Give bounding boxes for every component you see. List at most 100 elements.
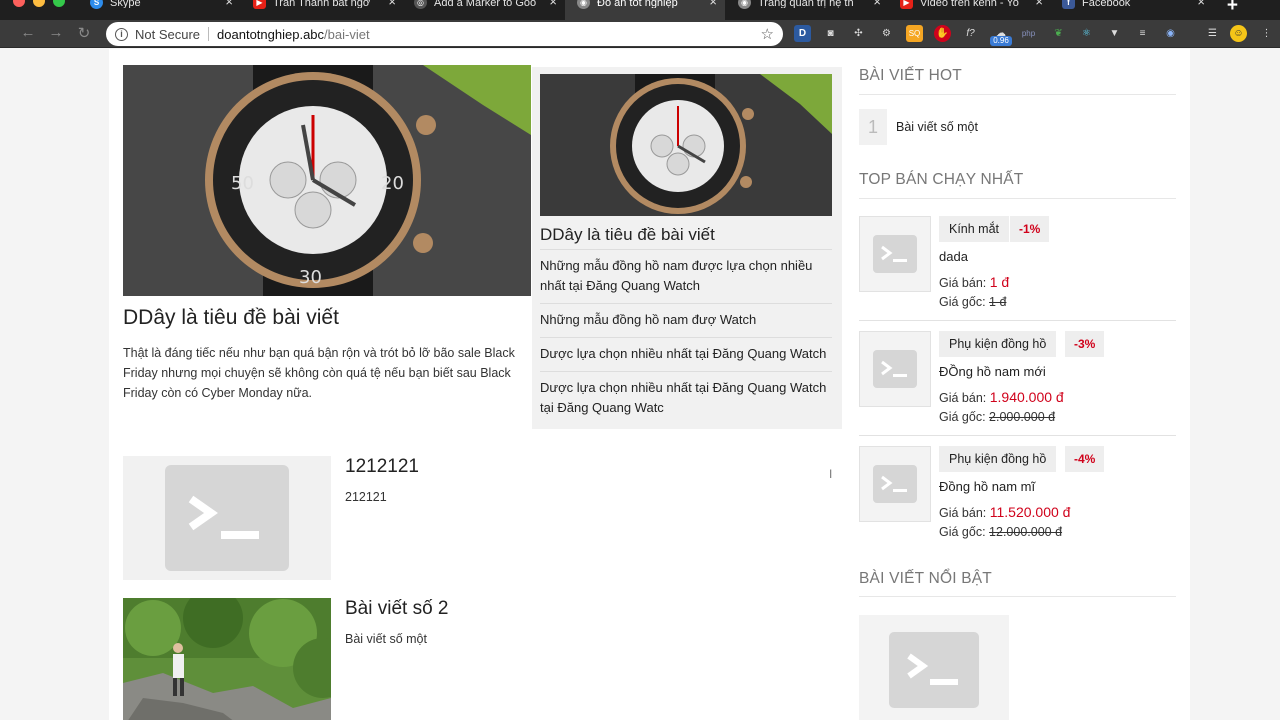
hand-icon[interactable]: ✋ — [934, 25, 951, 42]
post-title[interactable]: 1212121 — [345, 456, 419, 478]
post-title[interactable]: Bài viết số 2 — [345, 598, 449, 620]
tab-title: Skype — [110, 0, 141, 8]
product-thumbnail[interactable] — [859, 331, 931, 407]
tab-skype[interactable]: S Skype × — [90, 0, 233, 20]
featured-post-thumbnail[interactable] — [859, 615, 1009, 720]
hot-post-link[interactable]: Bài viết số một — [896, 120, 978, 134]
extension-seo-icon[interactable]: SQ — [906, 25, 923, 42]
tab-title: Video trên kênh - Yo — [920, 0, 1019, 8]
function-icon[interactable]: f? — [962, 25, 979, 42]
featured-posts-heading: BÀI VIẾT NỔI BẬT — [859, 570, 992, 587]
tab-youtube-2[interactable]: ▶ Video trên kênh - Yo × — [900, 0, 1043, 20]
forward-icon[interactable]: → — [46, 24, 66, 41]
product-name[interactable]: Đồng hồ nam mĩ — [939, 479, 1035, 494]
product-name[interactable]: ĐỒng hồ nam mới — [939, 364, 1046, 379]
tab-title: Add a Marker to Goo — [434, 0, 537, 8]
extension-grey-icon[interactable]: ✣ — [850, 25, 867, 42]
side-post-title[interactable]: DDây là tiêu đề bài viết — [540, 225, 715, 245]
discount-badge: -1% — [1010, 216, 1050, 242]
price-label: Giá bán: — [939, 276, 987, 290]
hot-posts-heading: BÀI VIẾT HOT — [859, 67, 962, 84]
product-card[interactable]: Phụ kiện đồng hồ -4% Đồng hồ nam mĩ Giá … — [859, 446, 1176, 561]
featured-post-image[interactable]: 50 20 30 — [123, 65, 531, 296]
product-card[interactable]: Phụ kiện đồng hồ -3% ĐỒng hồ nam mới Giá… — [859, 331, 1176, 446]
new-tab-button[interactable]: + — [1227, 0, 1238, 17]
side-post-link[interactable]: Những mẫu đồng hồ nam đượ Watch — [540, 303, 832, 337]
minimize-window-button[interactable] — [33, 0, 45, 7]
post-thumbnail[interactable] — [123, 598, 331, 720]
side-post-link[interactable]: Dược lựa chọn nhiều nhất tại Đăng Quang … — [540, 337, 832, 371]
tab-do-an[interactable]: ◉ Đồ án tốt nghiệp × — [565, 0, 725, 20]
tab-facebook[interactable]: f Facebook × — [1062, 0, 1205, 20]
maximize-window-button[interactable] — [53, 0, 65, 7]
side-post-image[interactable] — [540, 74, 832, 216]
original-price-label: Giá gốc: — [939, 525, 986, 539]
close-tab-icon[interactable]: × — [1035, 0, 1043, 8]
close-tab-icon[interactable]: × — [549, 0, 557, 8]
original-price-value: 12.000.000 đ — [989, 525, 1063, 539]
gear-icon[interactable]: ⚙ — [878, 25, 895, 42]
extension-d-icon[interactable]: D — [794, 25, 811, 42]
leaf-icon[interactable]: ❦ — [1050, 25, 1067, 42]
side-post-link[interactable]: Những mẫu đồng hồ nam được lựa chọn nhiề… — [540, 249, 832, 303]
close-tab-icon[interactable]: × — [873, 0, 881, 8]
back-icon[interactable]: ← — [18, 24, 38, 41]
info-icon[interactable]: i — [115, 27, 128, 41]
svg-text:50: 50 — [231, 173, 254, 194]
post-thumbnail[interactable] — [123, 456, 331, 580]
product-thumbnail[interactable] — [859, 446, 931, 522]
divider — [859, 596, 1176, 597]
original-price-label: Giá gốc: — [939, 295, 986, 309]
product-category-badge[interactable]: Kính mắt — [939, 216, 1010, 242]
close-tab-icon[interactable]: × — [225, 0, 233, 8]
close-tab-icon[interactable]: × — [1197, 0, 1205, 8]
hamburger-icon[interactable]: ≡ — [1134, 25, 1151, 42]
price-label: Giá bán: — [939, 506, 987, 520]
side-post-link[interactable]: Dược lựa chọn nhiều nhất tại Đăng Quang … — [540, 371, 832, 425]
side-post-links: Những mẫu đồng hồ nam được lựa chọn nhiề… — [540, 249, 832, 425]
tab-title: Trấn Thành bất ngờ — [273, 0, 371, 8]
post-description: 212121 — [345, 490, 387, 504]
product-category-badge[interactable]: Phụ kiện đồng hồ — [939, 331, 1057, 357]
react-icon[interactable]: ⚛ — [1078, 25, 1095, 42]
tab-admin[interactable]: ◉ Trang quản trị hệ th × — [738, 0, 881, 20]
profile-avatar-icon[interactable]: ☺ — [1230, 25, 1247, 42]
discount-badge: -3% — [1065, 331, 1105, 357]
security-label[interactable]: Not Secure — [135, 27, 200, 42]
product-category-badge[interactable]: Phụ kiện đồng hồ — [939, 446, 1057, 472]
vue-icon[interactable]: ▼ — [1106, 25, 1123, 42]
bookmark-star-icon[interactable]: ☆ — [761, 25, 774, 43]
extension-badge: 0.96 — [990, 36, 1012, 46]
terminal-placeholder-icon — [873, 350, 917, 388]
menu-icon[interactable]: ⋮ — [1258, 25, 1275, 42]
post-item: Bài viết số 2 Bài viết số một — [123, 598, 823, 720]
product-thumbnail[interactable] — [859, 216, 931, 292]
svg-text:20: 20 — [381, 173, 404, 194]
content-container: 50 20 30 DDây là tiêu đề bài viết Thật l… — [109, 49, 1190, 720]
terminal-placeholder-icon — [165, 465, 289, 571]
post-description: Bài viết số một — [345, 632, 427, 646]
watch-image: 50 20 30 — [123, 65, 531, 296]
reload-icon[interactable]: ↻ — [74, 24, 94, 42]
original-price-label: Giá gốc: — [939, 410, 986, 424]
product-card[interactable]: Kính mắt -1% dada Giá bán: 1 đ Giá gốc: … — [859, 216, 1176, 331]
close-tab-icon[interactable]: × — [709, 0, 717, 8]
close-tab-icon[interactable]: × — [388, 0, 396, 8]
playlist-icon[interactable]: ☰ — [1204, 25, 1221, 42]
price-value: 1.940.000 đ — [989, 389, 1064, 405]
product-price: Giá bán: 1 đ — [939, 274, 1009, 290]
price-value: 11.520.000 đ — [989, 504, 1071, 520]
tab-marker[interactable]: ◎ Add a Marker to Goo × — [414, 0, 557, 20]
url-domain: doantotnghiep.abc — [217, 26, 325, 42]
price-label: Giá bán: — [939, 391, 987, 405]
featured-post-title[interactable]: DDây là tiêu đề bài viết — [123, 306, 339, 330]
tab-youtube-1[interactable]: ▶ Trấn Thành bất ngờ × — [253, 0, 396, 20]
php-icon[interactable]: php — [1020, 25, 1037, 42]
discount-badge: -4% — [1065, 446, 1105, 472]
camera-icon[interactable]: ◙ — [822, 25, 839, 42]
chrome-icon[interactable]: ◉ — [1162, 25, 1179, 42]
address-bar[interactable]: i Not Secure doantotnghiep.abc /bai-viet… — [106, 22, 783, 46]
divider — [859, 435, 1176, 436]
product-name[interactable]: dada — [939, 249, 968, 264]
close-window-button[interactable] — [13, 0, 25, 7]
